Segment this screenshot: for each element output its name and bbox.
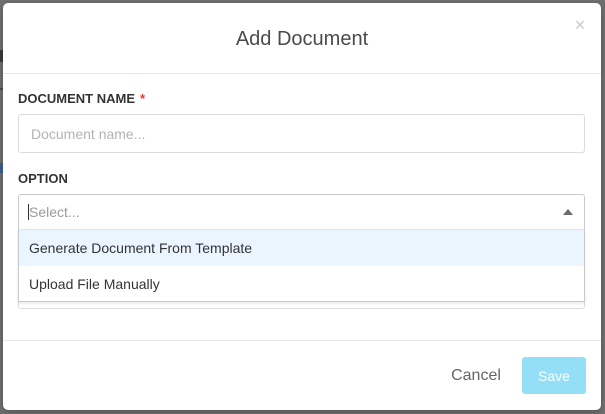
document-name-label-text: DOCUMENT NAME — [18, 91, 135, 106]
modal-header: Add Document × — [3, 3, 601, 74]
dropdown-option-upload-file[interactable]: Upload File Manually — [19, 266, 584, 302]
modal-title: Add Document — [235, 28, 369, 50]
required-marker: * — [140, 91, 146, 106]
document-name-label: DOCUMENT NAME * — [18, 91, 145, 106]
chevron-up-icon[interactable] — [563, 209, 573, 215]
save-button[interactable]: Save — [522, 357, 586, 394]
add-document-modal: Add Document × DOCUMENT NAME * OPTION Sel… — [3, 3, 601, 410]
option-dropdown-menu: Generate Document From Template Upload F… — [18, 229, 585, 302]
option-select-placeholder: Select... — [29, 204, 80, 220]
modal-footer: Cancel Save — [3, 340, 601, 410]
document-name-input[interactable] — [18, 114, 585, 153]
option-select[interactable]: Select... — [18, 194, 585, 230]
dropdown-option-generate-from-template[interactable]: Generate Document From Template — [19, 230, 584, 266]
option-label: OPTION — [18, 171, 68, 186]
close-icon[interactable]: × — [572, 16, 588, 34]
cancel-button[interactable]: Cancel — [441, 357, 511, 393]
